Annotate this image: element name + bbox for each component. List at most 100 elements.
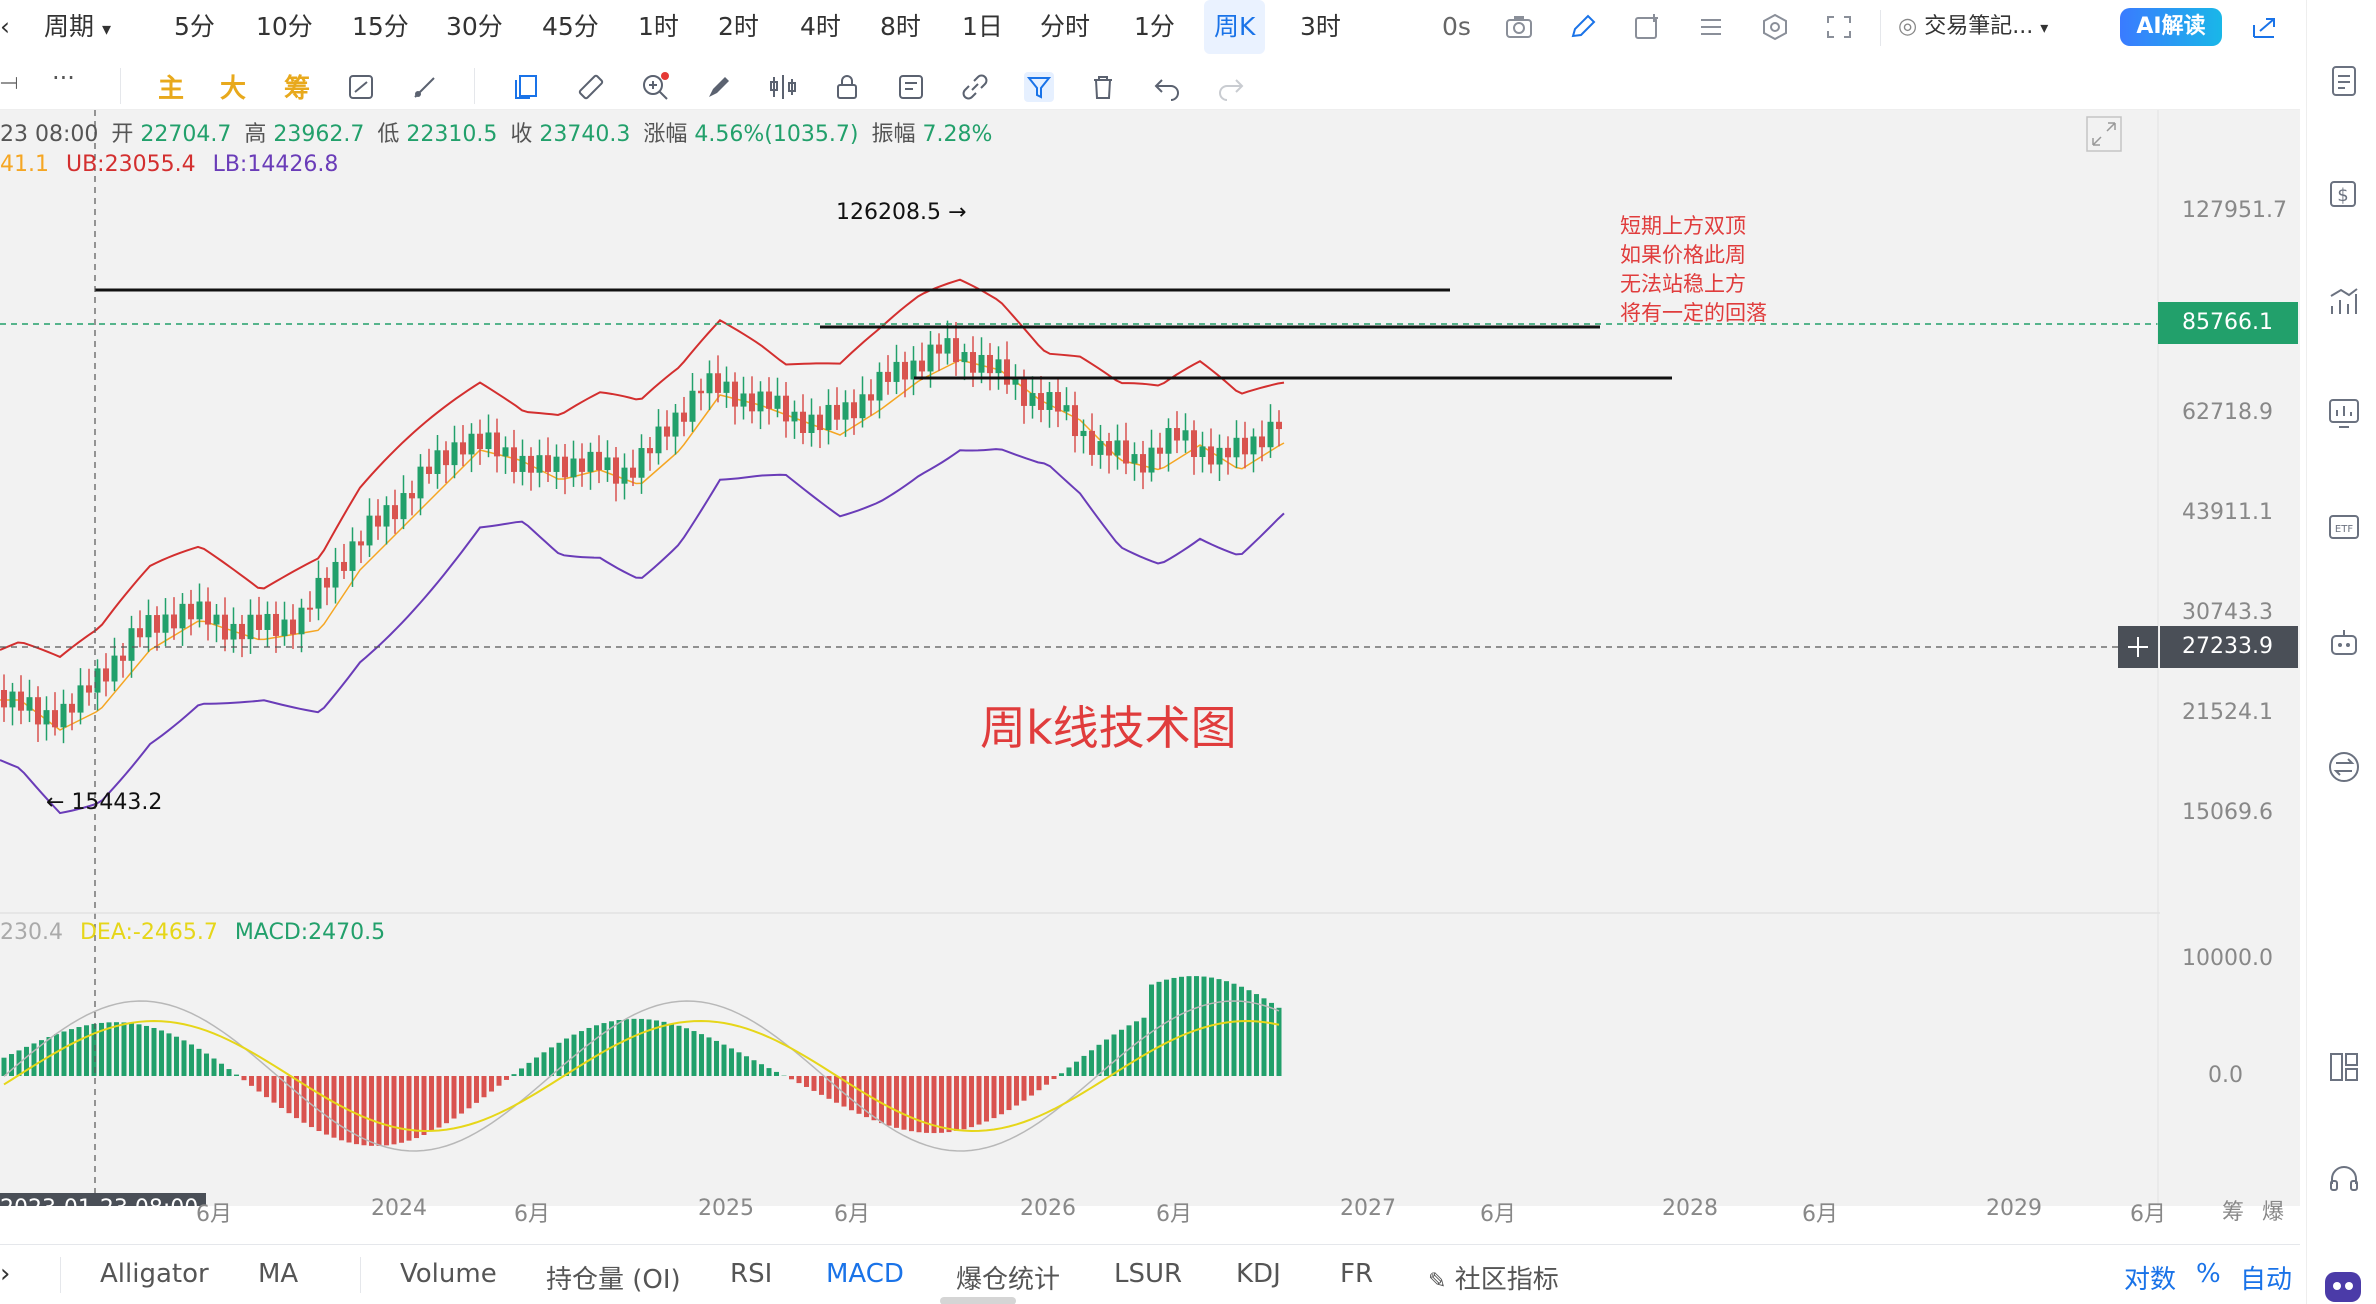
interval-2h[interactable]: 2时 <box>718 0 759 54</box>
interval-1d[interactable]: 1日 <box>962 0 1003 54</box>
interval-timeshare[interactable]: 分时 <box>1040 0 1090 54</box>
macd-bar <box>1134 1021 1139 1076</box>
interval-1h[interactable]: 1时 <box>638 0 679 54</box>
interval-8h[interactable]: 8时 <box>880 0 921 54</box>
candles-icon[interactable] <box>768 72 798 102</box>
interval-45m[interactable]: 45分 <box>542 0 599 54</box>
edit-list-icon[interactable] <box>896 72 926 102</box>
zoom-in-icon[interactable] <box>640 72 670 102</box>
camera-icon[interactable] <box>1504 13 1534 41</box>
macd-bar <box>384 1076 389 1146</box>
macd-bar <box>436 1076 442 1128</box>
candlestick <box>1004 341 1010 394</box>
candlestick <box>791 400 798 439</box>
interval-10m[interactable]: 10分 <box>256 0 313 54</box>
interval-30m[interactable]: 30分 <box>446 0 503 54</box>
amplitude-value: 7.28% <box>922 122 993 147</box>
scale-log-button[interactable]: 对数 <box>2124 1259 2176 1296</box>
interval-4h[interactable]: 4时 <box>800 0 841 54</box>
macd-row: 230.4 DEA:-2465.7 MACD:2470.5 <box>0 920 385 945</box>
low-value: 22310.5 <box>406 122 498 147</box>
chip-axis-toggle[interactable]: 筹 <box>2222 1194 2244 1226</box>
swap-icon[interactable] <box>2327 750 2361 784</box>
add-window-icon[interactable] <box>1632 13 1662 41</box>
drawbar-divider <box>120 68 121 104</box>
candlestick <box>1038 375 1044 423</box>
bar-chart-icon[interactable] <box>2327 286 2361 320</box>
candlestick <box>222 597 228 652</box>
trash-icon[interactable] <box>1088 72 1118 102</box>
marker-icon[interactable] <box>704 72 734 102</box>
tab-macd[interactable]: MACD <box>826 1259 904 1289</box>
interval-3h[interactable]: 3时 <box>1300 0 1341 54</box>
candlestick <box>817 406 823 449</box>
time-label: 6月 <box>1480 1202 1516 1227</box>
tab-community[interactable]: ✎ 社区指标 <box>1428 1259 1559 1296</box>
layout-icon[interactable] <box>2327 1050 2361 1084</box>
headset-icon[interactable] <box>2327 1162 2361 1196</box>
link-icon[interactable] <box>960 72 990 102</box>
drag-handle[interactable] <box>940 1297 1016 1304</box>
redo-icon[interactable] <box>1216 72 1246 102</box>
list-settings-icon[interactable] <box>1696 13 1726 41</box>
macd-bar <box>541 1052 547 1076</box>
scale-auto-button[interactable]: 自动 <box>2240 1259 2292 1296</box>
undo-icon[interactable] <box>1152 72 1182 102</box>
line-tool-icon[interactable]: ⟞ <box>0 70 18 95</box>
macd-bar <box>316 1076 322 1132</box>
more-icon[interactable]: ··· <box>52 64 75 92</box>
interval-1min[interactable]: 1分 <box>1134 0 1175 54</box>
chart-area[interactable]: 23 08:00 开 22704.7 高 23962.7 低 22310.5 收… <box>0 110 2300 1227</box>
candlestick <box>1225 436 1231 475</box>
monitor-chart-icon[interactable] <box>2327 396 2361 430</box>
main-indicator-toggle[interactable]: 主 <box>158 68 184 105</box>
period-dropdown[interactable]: 周期 ▾ <box>44 0 111 54</box>
big-order-toggle[interactable]: 大 <box>220 68 246 105</box>
macd-bar <box>594 1025 599 1076</box>
robot-icon[interactable] <box>2327 626 2361 660</box>
filter-icon[interactable] <box>1024 72 1054 102</box>
interval-weekly[interactable]: 周K <box>1204 0 1266 54</box>
dollar-icon[interactable]: $ <box>2327 176 2361 210</box>
pencil-icon[interactable] <box>1568 13 1598 41</box>
scale-percent-button[interactable]: % <box>2196 1259 2221 1289</box>
interval-5m[interactable]: 5分 <box>174 0 215 54</box>
macd-bar <box>691 1031 697 1076</box>
tab-lsur[interactable]: LSUR <box>1114 1259 1182 1289</box>
maximize-icon[interactable] <box>2086 116 2122 152</box>
chip-toggle[interactable]: 筹 <box>284 68 310 105</box>
document-icon[interactable] <box>2327 64 2361 98</box>
interval-15m[interactable]: 15分 <box>352 0 409 54</box>
right-sidebar: $ ETF <box>2306 0 2376 1304</box>
boll-row: 41.1 UB:23055.4 LB:14426.8 <box>0 152 338 177</box>
macd-bar <box>361 1076 367 1146</box>
tab-volume[interactable]: Volume <box>400 1259 497 1289</box>
tab-liquidation[interactable]: 爆仓统计 <box>956 1259 1060 1296</box>
tab-kdj[interactable]: KDJ <box>1236 1259 1281 1289</box>
candlestick <box>1029 376 1036 419</box>
time-label: 6月 <box>1802 1202 1838 1227</box>
tab-fr[interactable]: FR <box>1340 1259 1373 1289</box>
lock-icon[interactable] <box>832 72 862 102</box>
tab-open-interest[interactable]: 持仓量 (OI) <box>546 1259 681 1296</box>
liquidation-axis-toggle[interactable]: 爆 <box>2262 1194 2284 1226</box>
collapse-chevron-icon[interactable]: › <box>0 1259 10 1289</box>
ai-interpret-button[interactable]: AI解读 <box>2120 8 2222 46</box>
fullscreen-icon[interactable] <box>1824 13 1854 41</box>
etf-icon[interactable]: ETF <box>2327 510 2361 544</box>
ruler-icon[interactable] <box>576 72 606 102</box>
trade-note-dropdown[interactable]: ◎ 交易筆記... ▾ <box>1898 0 2048 54</box>
gear-icon[interactable] <box>1760 13 1790 41</box>
share-icon[interactable] <box>2250 13 2280 41</box>
tab-alligator[interactable]: Alligator <box>100 1259 209 1289</box>
brush-icon[interactable] <box>410 72 440 102</box>
tab-ma[interactable]: MA <box>258 1259 298 1289</box>
refresh-icon[interactable] <box>346 72 376 102</box>
tab-rsi[interactable]: RSI <box>730 1259 772 1289</box>
macd-bar <box>376 1076 382 1146</box>
assistant-bot-icon[interactable] <box>2321 1262 2365 1304</box>
price-chart[interactable] <box>0 110 2300 1206</box>
copy-icon[interactable] <box>512 72 542 102</box>
candlestick <box>324 567 330 606</box>
macd-value: MACD:2470.5 <box>234 920 386 945</box>
